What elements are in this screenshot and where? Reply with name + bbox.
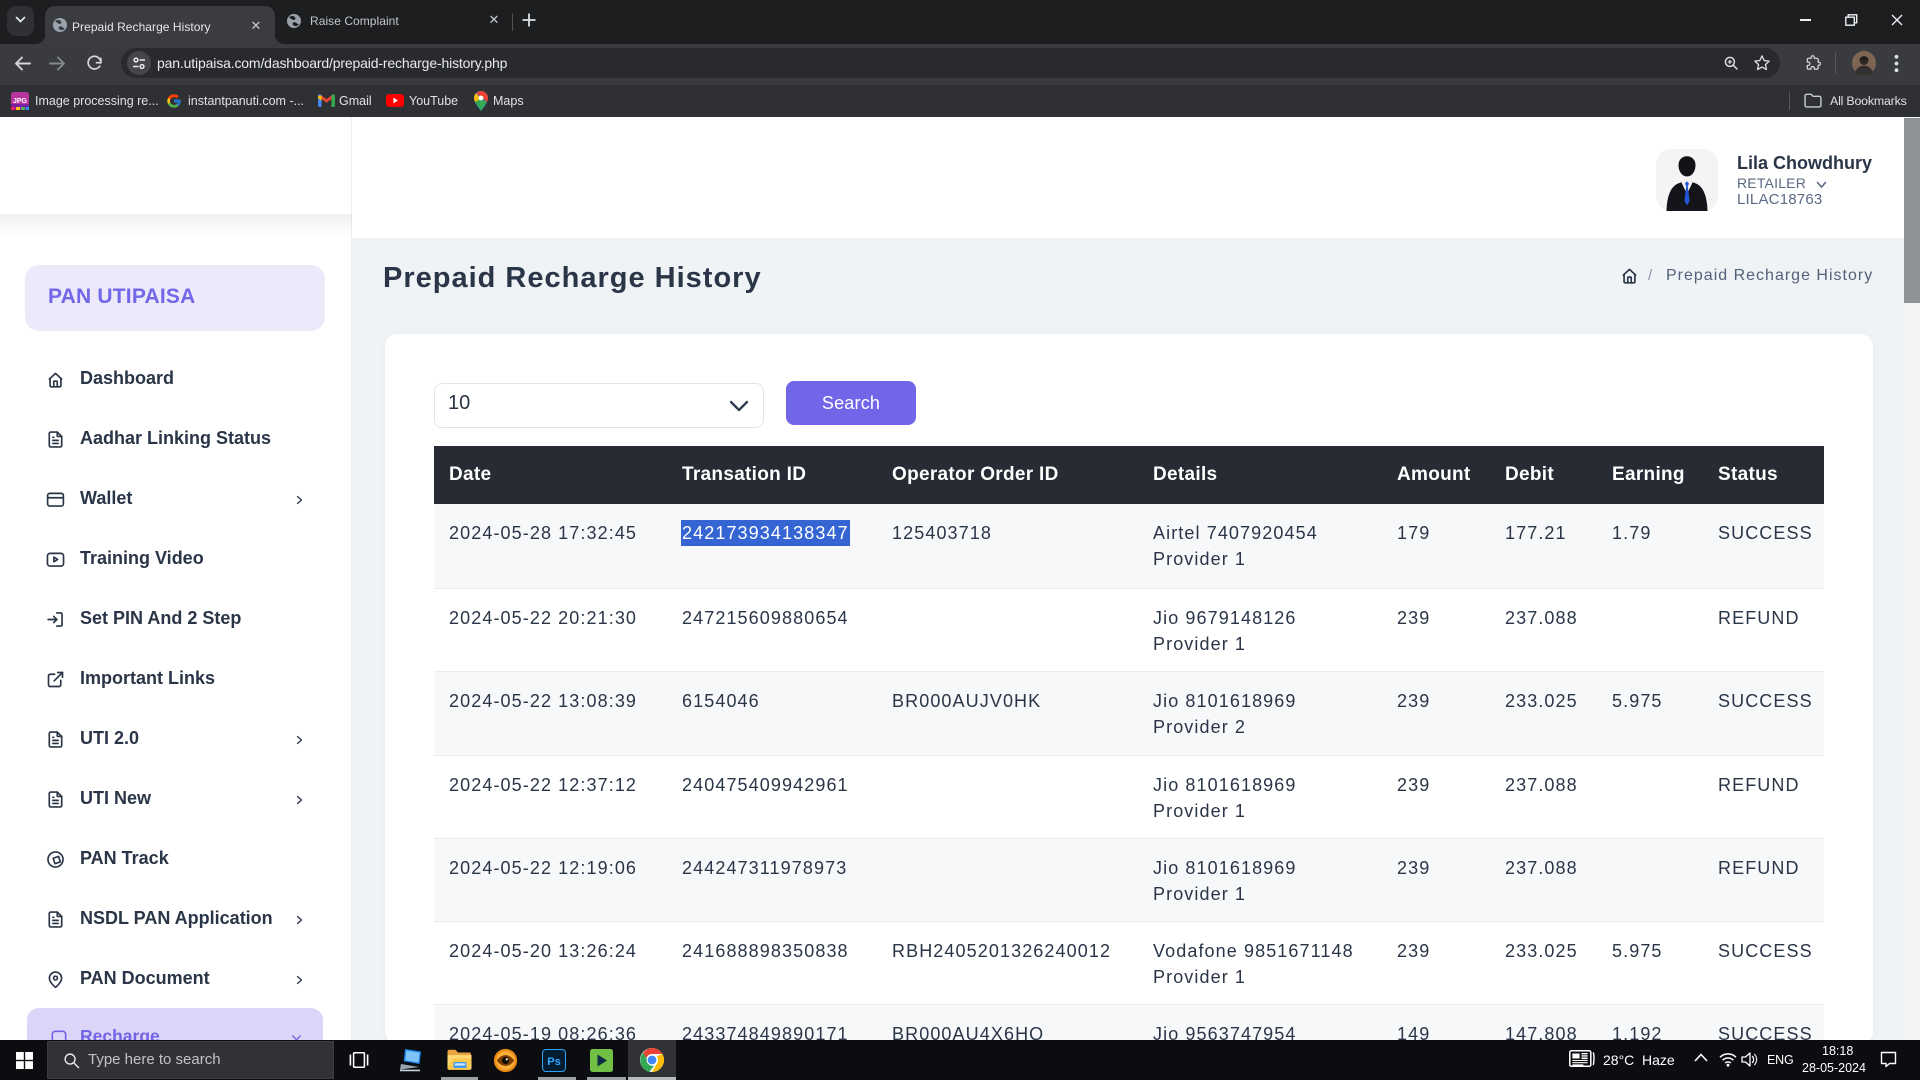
svg-text:JPG: JPG bbox=[13, 98, 28, 105]
svg-text:Ps: Ps bbox=[547, 1056, 560, 1068]
